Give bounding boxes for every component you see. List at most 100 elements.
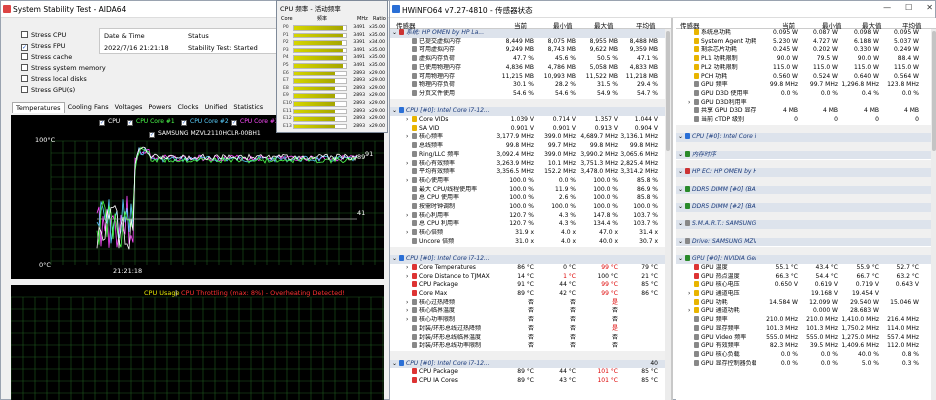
expand-chevron-icon[interactable]: › [406, 212, 408, 221]
sensor-row[interactable]: 虚拟内存负荷 47.7 % 45.6 % 50.5 % 47.1 % [390, 55, 671, 64]
maximize-button[interactable]: ☐ [905, 3, 912, 12]
expand-chevron-icon[interactable]: › [688, 290, 690, 299]
group-toggle[interactable]: ⌄ [678, 238, 683, 247]
expand-chevron-icon[interactable]: › [406, 307, 408, 316]
sensor-row[interactable]: › 核心功率限制 否 否 否 [390, 316, 671, 325]
sensor-row[interactable]: Uncore 倍频 31.0 x 4.0 x 40.0 x 30.7 x [390, 237, 671, 247]
legend-checkbox[interactable]: ✓ [127, 120, 133, 126]
scrollbar-thumb[interactable] [666, 31, 670, 151]
sensor-row[interactable]: Ring/LLC 频率 3,092.4 MHz 399.0 MHz 3,990.2 M… [390, 150, 671, 160]
sensor-row[interactable]: › Core Temperatures 86 °C 0 °C 99 °C 79 °C [390, 263, 671, 273]
graph-tab[interactable]: Unified [202, 102, 231, 113]
group-toggle[interactable]: ⌄ [392, 29, 397, 38]
expand-chevron-icon[interactable]: › [406, 160, 408, 169]
sensor-group[interactable]: ⌄ Drive: SAMSUNG MZVL21... [676, 237, 936, 247]
hwinfo-titlebar[interactable]: HWiNFO64 v7.27-4810 - 传感器状态 — ☐ ✕ [390, 1, 935, 18]
sensor-row[interactable]: › 核心过热降频 否 否 是 [390, 298, 671, 308]
sensor-group[interactable]: ⌄ 内存时序 [676, 150, 936, 160]
legend-item[interactable]: ✓ CPU Core #2 [181, 118, 229, 126]
group-toggle[interactable]: ⌄ [678, 203, 683, 212]
sensor-row[interactable]: › GPU 通道电压 19.168 V 19.454 V [676, 290, 936, 299]
sensor-row[interactable]: › 核心有效频率 3,263.9 MHz 10.1 MHz 3,751.3 MHz 2,8… [390, 159, 671, 169]
sensor-row[interactable]: › 核心利用率 120.7 % 4.3 % 147.8 % 103.7 % [390, 211, 671, 221]
stress-checkbox[interactable] [21, 31, 28, 38]
sensor-row[interactable]: PL1 功耗限制 90.0 W 79.5 W 90.0 W 88.4 W [676, 55, 936, 64]
sensor-row[interactable]: 剩余芯片功耗 0.245 W 0.202 W 0.330 W 0.249 W [676, 46, 936, 55]
minimize-button[interactable]: — [883, 3, 891, 12]
expand-chevron-icon[interactable]: › [406, 133, 408, 142]
expand-chevron-icon[interactable]: › [688, 99, 690, 108]
scrollbar-thumb-right[interactable] [932, 31, 936, 151]
stress-checkbox[interactable] [21, 75, 28, 82]
sensor-row[interactable]: 封装/环形总线功率限制 否 否 否 [390, 342, 671, 351]
group-toggle[interactable]: ⌄ [678, 220, 683, 229]
sensor-row[interactable]: 物理内存负荷 30.1 % 28.2 % 31.5 % 29.4 % [390, 81, 671, 90]
sensor-row[interactable]: System Agent 功耗 5.230 W 4.727 W 6.188 W 5.03… [676, 37, 936, 47]
sensor-row[interactable]: GPU 显存频率 101.3 MHz 101.3 MHz 1,750.2 MHz 114… [676, 324, 936, 334]
group-toggle[interactable]: ⌄ [678, 186, 683, 195]
sensor-row[interactable]: PL2 功耗限制 115.0 W 115.0 W 115.0 W 115.0 W [676, 63, 936, 73]
sensor-row[interactable]: 平均有效频率 3,356.5 MHz 152.2 MHz 3,478.0 MHz 3,3… [390, 168, 671, 177]
legend-item[interactable]: ✓ SAMSUNG MZVL2110HCLR-00BH1 [149, 130, 261, 138]
legend-checkbox[interactable]: ✓ [181, 120, 187, 126]
legend-checkbox[interactable]: ✓ [149, 132, 155, 138]
sensor-row[interactable]: 已使用物理内存 4,836 MB 4,786 MB 5,058 MB 4,833 MB [390, 63, 671, 73]
stress-option[interactable]: Stress CPU [21, 31, 111, 42]
group-toggle[interactable]: ⌄ [678, 133, 683, 142]
sensor-row[interactable]: GPU 核心电压 0.650 V 0.619 V 0.719 V 0.643 V [676, 281, 936, 290]
expand-chevron-icon[interactable]: › [406, 316, 408, 325]
sensor-row[interactable]: 总 CPU 使用率 100.0 % 2.6 % 100.0 % 85.8 % [390, 194, 671, 203]
sensor-row[interactable]: CPU IA Cores 89 °C 43 °C 101 °C 85 °C [390, 377, 671, 386]
sensor-group[interactable]: ⌄ HP EC: HP OMEN by HP La... [676, 168, 936, 177]
sensor-group[interactable]: ⌄ CPU [#0]: Intel Core i7-12... [676, 133, 936, 143]
sensor-row[interactable]: › GPU 通道功耗 0.000 W 28.683 W [676, 307, 936, 316]
sensor-row[interactable]: 系统总功耗 0.095 W 0.087 W 0.098 W 0.095 W [676, 29, 936, 38]
scrollbar-right[interactable] [931, 29, 936, 400]
close-button[interactable]: ✕ [926, 3, 933, 12]
legend-item[interactable]: ✓ CPU [99, 118, 120, 126]
sensor-row[interactable]: CPU Package 91 °C 44 °C 99 °C 85 °C [390, 281, 671, 290]
stress-checkbox[interactable] [21, 53, 28, 60]
sensor-group[interactable]: ⌄ DDR5 DIMM [#2] (BANK 0/... [676, 203, 936, 212]
sensor-row[interactable]: › GPU D3D利用率 [676, 98, 936, 108]
graph-tab[interactable]: Cooling Fans [65, 102, 112, 113]
graph-tab[interactable]: Powers [145, 102, 174, 113]
sensor-row[interactable]: SA VID 0.901 V 0.901 V 0.913 V 0.904 V [390, 124, 671, 134]
freq-window-title[interactable]: CPU 频率 - 活动频率 [280, 3, 341, 13]
sensor-row[interactable]: 当前 cTDP 级别 0 0 0 0 [676, 116, 936, 125]
stress-option[interactable]: ✓ Stress FPU [21, 42, 111, 53]
group-toggle[interactable]: ⌄ [392, 360, 397, 369]
scrollbar-left[interactable] [665, 29, 671, 400]
sensor-row[interactable]: GPU 核心负载 0.0 % 0.0 % 40.0 % 0.8 % [676, 350, 936, 360]
sensor-row[interactable]: GPU 频率 210.0 MHz 210.0 MHz 1,410.0 MHz 216.4… [676, 316, 936, 325]
sensor-group[interactable]: ⌄ 系统: HP OMEN by HP La... [390, 29, 671, 38]
graph-tab[interactable]: Clocks [174, 102, 201, 113]
sensor-row[interactable]: 总线频率 99.8 MHz 99.7 MHz 99.8 MHz 99.8 MHz [390, 142, 671, 151]
sensor-row[interactable]: Core Max 89 °C 42 °C 99 °C 86 °C [390, 290, 671, 299]
stress-option[interactable]: Stress local disks [21, 75, 111, 86]
legend-item[interactable]: ✓ CPU Core #3 [231, 118, 279, 126]
sensor-row[interactable]: › 核心使用率 100.0 % 0.0 % 100.0 % 85.8 % [390, 176, 671, 186]
sensor-group[interactable]: ⌄ CPU [#0]: Intel Core i7-12... [390, 107, 671, 116]
legend-checkbox[interactable]: ✓ [231, 120, 237, 126]
sensor-row[interactable]: GPU D3D 使用率 0.0 % 0.0 % 0.4 % 0.0 % [676, 89, 936, 99]
sensor-row[interactable]: › 核心临界温度 否 否 否 [390, 307, 671, 316]
sensor-row[interactable]: 可用虚拟内存 9,249 MB 8,743 MB 9,622 MB 9,359 MB [390, 46, 671, 55]
graph-tab[interactable]: Statistics [230, 102, 266, 113]
expand-chevron-icon[interactable]: › [406, 229, 408, 238]
sensor-row[interactable]: 封装/环形总线临界温度 否 否 否 [390, 333, 671, 343]
legend-item[interactable]: ✓ CPU Core #1 [127, 118, 175, 126]
stress-checkbox[interactable] [21, 64, 28, 71]
graph-tab[interactable]: Voltages [112, 102, 146, 113]
stress-option[interactable]: Stress system memory [21, 64, 111, 75]
sensor-group[interactable]: ⌄ CPU [#0]: Intel Core i7-12... 40 [390, 359, 671, 369]
sensor-row[interactable]: GPU 频率 99.8 MHz 99.7 MHz 1,296.8 MHz 123.8 M… [676, 81, 936, 90]
sensor-row[interactable]: CPU Package 89 °C 44 °C 101 °C 85 °C [390, 368, 671, 377]
expand-chevron-icon[interactable]: › [406, 273, 408, 282]
group-toggle[interactable]: ⌄ [678, 151, 683, 160]
expand-chevron-icon[interactable]: › [688, 307, 690, 316]
group-toggle[interactable]: ⌄ [392, 107, 397, 116]
group-toggle[interactable]: ⌄ [678, 255, 683, 264]
sensor-row[interactable]: 已提交虚拟内存 8,449 MB 8,075 MB 8,955 MB 8,488 MB [390, 37, 671, 47]
group-toggle[interactable]: ⌄ [678, 168, 683, 177]
